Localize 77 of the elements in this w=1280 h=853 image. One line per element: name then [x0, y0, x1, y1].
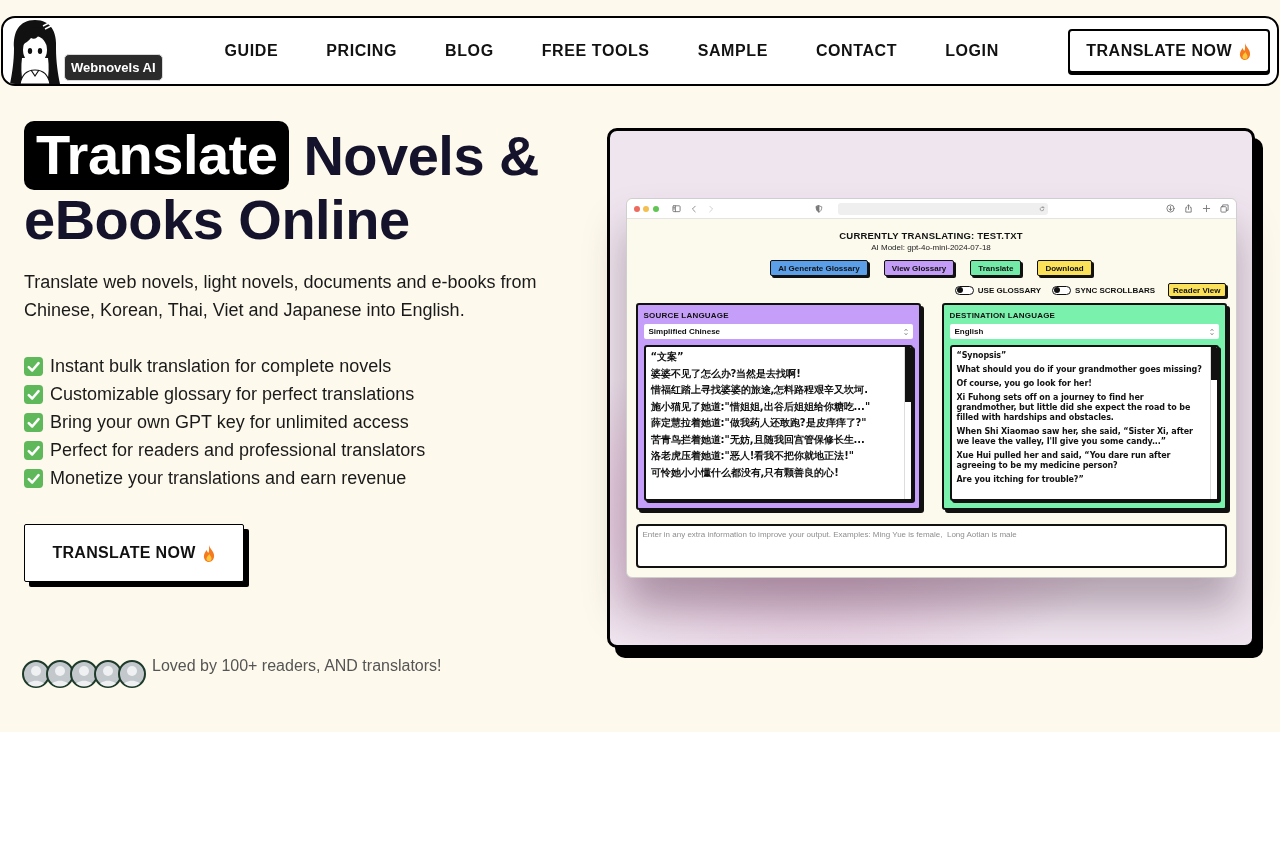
reader-view-button[interactable]: Reader View — [1168, 283, 1226, 297]
feature-text: Monetize your translations and earn revenue — [50, 467, 407, 489]
toggle-label: SYNC SCROLLBARS — [1075, 285, 1156, 295]
language-select[interactable]: Simplified Chinese — [643, 324, 913, 339]
nav-link[interactable]: GUIDE — [224, 42, 279, 60]
logo-badge[interactable]: Webnovels AI — [64, 54, 163, 81]
feature-text: Perfect for readers and professional translators — [50, 439, 426, 461]
text-paragraph: Xi Fuhong sets off on a journey to find her grandmother, but little did she expect the road to be filled with hardships and obstacles. — [956, 393, 1192, 423]
share-icon[interactable] — [1183, 204, 1193, 213]
maximize-icon[interactable] — [652, 205, 659, 212]
avatar-icon — [70, 660, 98, 688]
text-paragraph: 薛定慧拉着她道:"做我药人还敢跑?是皮痒痒了?" — [650, 417, 868, 430]
avatar-icon — [118, 660, 146, 688]
text-paragraph: What should you do if your grandmother goes missing? — [956, 365, 1203, 375]
notes-field[interactable]: Enter in any extra information to improve your output. Examples: Ming Yue is female, Long Aotian is male — [635, 524, 1227, 568]
avatar-icon — [94, 660, 122, 688]
address-field[interactable] — [837, 202, 1048, 215]
toggle-switch[interactable] — [954, 285, 974, 295]
nav-link[interactable]: CONTACT — [815, 42, 898, 60]
text-paragraph: “文案” — [650, 351, 685, 364]
text-paragraph: Of course, you go look for her! — [956, 379, 1093, 389]
text-paragraph: “Synopsis” — [956, 351, 1008, 361]
check-icon — [24, 440, 43, 460]
model-text: AI Model: gpt-4o-mini-2024-07-18 — [871, 243, 991, 252]
fire-icon — [1238, 42, 1252, 60]
shield-icon[interactable] — [814, 204, 823, 213]
text-paragraph: Xue Hui pulled her and said, “You dare run after agreeing to be my medicine person? — [956, 451, 1172, 471]
panel-heading: SOURCE LANGUAGE — [643, 311, 730, 320]
nav-link[interactable]: PRICING — [326, 42, 398, 60]
check-icon — [24, 356, 43, 376]
highlighted-heading-word: Translate — [24, 121, 290, 190]
toggle-label: USE GLOSSARY — [977, 285, 1042, 295]
text-paragraph: 苦青鸟拦着她道:"无妨,且随我回宫管保修长生... — [650, 433, 866, 446]
text-paragraph: 可怜她小小懂什么都没有,只有颗善良的心! — [650, 466, 840, 479]
nav-link[interactable]: LOGIN — [945, 42, 999, 60]
feature-text: Instant bulk translation for complete novels — [50, 355, 392, 377]
text-paragraph: 洛老虎压着她道:"恶人!看我不把你就地正法!" — [650, 450, 856, 463]
text-area[interactable] — [949, 345, 1219, 501]
text-paragraph: Are you itching for trouble?” — [956, 475, 1085, 485]
select-arrows-icon — [1209, 327, 1214, 336]
close-icon[interactable] — [633, 205, 640, 212]
avatar-icon — [22, 660, 50, 688]
panel-heading: DESTINATION LANGUAGE — [949, 311, 1057, 320]
social-proof-text: Loved by 100+ readers, AND translators! — [152, 657, 442, 675]
action-button[interactable]: Download — [1037, 260, 1092, 276]
nav-link[interactable]: SAMPLE — [697, 42, 768, 60]
app-title: CURRENTLY TRANSLATING: TEST.TXT — [839, 230, 1023, 241]
heading-text: Novels & — [303, 125, 540, 186]
action-button[interactable]: View Glossary — [883, 260, 955, 276]
text-paragraph: When Shi Xiaomao saw her, she said, “Sister Xi, after we leave the valley, I'll give you some candy...” — [956, 427, 1194, 447]
download-icon[interactable] — [1165, 204, 1175, 213]
toggle-switch[interactable] — [1052, 285, 1072, 295]
nav-link[interactable]: FREE TOOLS — [541, 42, 650, 60]
reload-icon[interactable] — [1038, 205, 1045, 212]
tabs-icon[interactable] — [1219, 204, 1229, 213]
hero-description: Translate web novels, light novels, documents and e-books from Chinese, Korean, Thai, Viet and Japanese into English. — [24, 271, 538, 322]
sidebar-icon[interactable] — [671, 204, 681, 213]
action-button[interactable]: AI Generate Glossary — [770, 260, 868, 276]
check-icon — [24, 468, 43, 488]
action-button[interactable]: Translate — [970, 260, 1022, 276]
back-icon[interactable] — [689, 204, 698, 213]
plus-icon[interactable] — [1201, 204, 1211, 213]
nav-link[interactable]: BLOG — [445, 42, 494, 60]
heading-text: eBooks Online — [24, 190, 410, 250]
text-paragraph: 婆婆不见了怎么办?当然是去找啊! — [650, 367, 802, 380]
select-arrows-icon — [903, 327, 908, 336]
feature-text: Customizable glossary for perfect translations — [50, 383, 415, 405]
check-icon — [24, 384, 43, 404]
translate-now-button[interactable]: TRANSLATE NOW — [1068, 29, 1270, 73]
avatar-icon — [46, 660, 74, 688]
fire-icon — [201, 544, 216, 562]
text-paragraph: 惜福红踏上寻找婆婆的旅途,怎料路程艰辛又坎坷. — [650, 384, 870, 397]
feature-text: Bring your own GPT key for unlimited access — [50, 411, 409, 433]
language-select[interactable]: English — [949, 324, 1219, 339]
text-area[interactable]: “文案” 婆婆不见了怎么办?当然是去找啊! 惜福红踏上寻找婆婆的旅途,怎料路程艰辛又坎坷. 施小猫见了她道:"惜姐姐,出谷后姐姐给你糖吃..." 薛定慧拉着她道:"做我药人还敢跑?是皮痒痒了?" 苦青鸟拦着她道:"无妨,且随我回宫管保修长生... 洛老虎压着她道:"恶人!看我不把你就地正法!" 可怜她小小懂什么都没有,只有颗善良的心! — [643, 345, 913, 501]
check-icon — [24, 412, 43, 432]
text-paragraph: 施小猫见了她道:"惜姐姐,出谷后姐姐给你糖吃..." — [650, 400, 872, 413]
